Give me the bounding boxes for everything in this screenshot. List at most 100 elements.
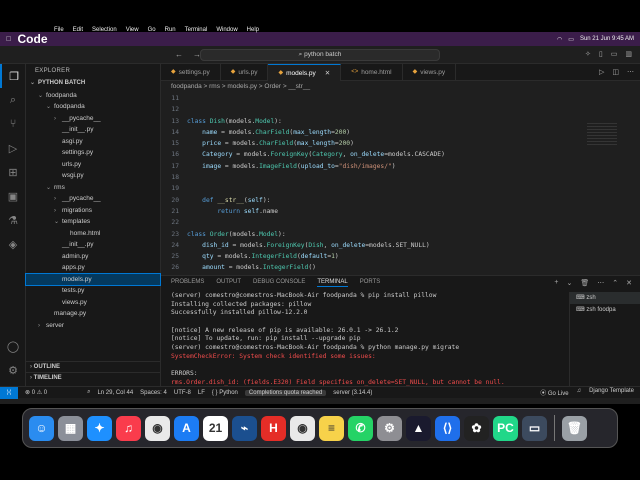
tab-home-html[interactable]: <> home.html <box>341 64 403 81</box>
folder-item[interactable]: ⌄ templates <box>26 216 160 228</box>
file-item[interactable]: settings.py <box>26 147 160 159</box>
cursor-position[interactable]: Ln 29, Col 44 <box>97 390 133 396</box>
trash-terminal-icon[interactable]: 🗑 <box>580 279 589 287</box>
h-app-icon[interactable]: H <box>261 415 286 441</box>
command-center-search[interactable]: ⌕ python batch <box>200 49 440 61</box>
folder-item[interactable]: › __pycache__ <box>26 193 160 205</box>
wifi-icon[interactable]: ◠ <box>557 36 562 43</box>
language-mode[interactable]: { } Python <box>212 390 238 396</box>
folder-item[interactable]: › server <box>26 320 160 332</box>
file-item[interactable]: views.py <box>26 297 160 309</box>
close-panel-icon[interactable]: ✕ <box>626 279 632 287</box>
copilot-icon[interactable]: ✧ <box>585 50 591 58</box>
finder-icon[interactable]: ☺ <box>29 415 54 441</box>
arc-icon[interactable]: ▲ <box>406 415 431 441</box>
chatgpt-icon[interactable]: ✿ <box>464 415 489 441</box>
search-view-icon[interactable]: ⌕ <box>0 88 26 112</box>
close-icon[interactable]: ✕ <box>325 65 330 82</box>
back-arrow-icon[interactable]: ← <box>175 50 183 59</box>
file-item[interactable]: apps.py <box>26 262 160 274</box>
file-item[interactable]: urls.py <box>26 159 160 171</box>
timeline-section[interactable]: › TIMELINE <box>26 372 161 383</box>
source-control-icon[interactable]: ⑂ <box>0 112 26 136</box>
panel-tab-output[interactable]: OUTPUT <box>216 279 241 287</box>
copilot-quota-badge[interactable]: Completions quota reached <box>244 389 327 396</box>
encoding[interactable]: UTF-8 <box>174 390 191 396</box>
chrome-icon[interactable]: ◉ <box>145 415 170 441</box>
chrome-icon-2[interactable]: ◉ <box>290 415 315 441</box>
pycharm-icon[interactable]: PC <box>493 415 518 441</box>
more-actions-icon[interactable]: ⋯ <box>597 279 604 287</box>
calendar-icon[interactable]: 21 <box>203 415 228 441</box>
extensions-icon[interactable]: ⊞ <box>0 160 26 184</box>
notifications-icon[interactable]: ♫ <box>577 388 582 397</box>
eol[interactable]: LF <box>198 390 205 396</box>
manage-gear-icon[interactable]: ⚙ <box>0 358 26 382</box>
panel-tab-debug-console[interactable]: DEBUG CONSOLE <box>253 279 305 287</box>
file-item[interactable]: __init__.py <box>26 239 160 251</box>
appstore-icon[interactable]: A <box>174 415 199 441</box>
run-debug-icon[interactable]: ▷ <box>0 136 26 160</box>
file-item[interactable]: wsgi.py <box>26 170 160 182</box>
folder-item[interactable]: › __pycache__ <box>26 113 160 125</box>
explorer-icon[interactable]: ❐ <box>0 64 26 88</box>
problems-status[interactable]: ⊗ 0 ⚠ 0 <box>25 389 47 396</box>
file-item[interactable]: home.html <box>26 228 160 240</box>
menubar-datetime[interactable]: Sun 21 Jun 9:45 AM <box>580 36 634 42</box>
chevron-down-icon[interactable]: ⌄ <box>566 279 572 287</box>
terminal-output[interactable]: (server) comestro@comestros-MacBook-Air … <box>171 292 566 386</box>
code-editor[interactable]: 11 12 13 class Dish(models.Model): 14 name =… <box>161 93 571 275</box>
battery-icon[interactable]: ▭ <box>568 36 574 43</box>
minimap[interactable] <box>571 93 633 275</box>
django-template-status[interactable]: Django Template <box>589 388 634 397</box>
tab-urls-py[interactable]: ◆ urls.py <box>221 64 269 81</box>
python-icon[interactable]: ◈ <box>0 232 26 256</box>
apple-menu-icon[interactable]:  <box>6 36 14 43</box>
panel-tab-problems[interactable]: PROBLEMS <box>171 279 204 287</box>
folder-item[interactable]: ⌄ foodpanda <box>26 90 160 102</box>
maximize-panel-icon[interactable]: ⌃ <box>612 279 618 287</box>
file-item[interactable]: __init__.py <box>26 124 160 136</box>
go-live-button[interactable]: ⦿ Go Live <box>540 388 568 397</box>
testing-icon[interactable]: ⚗ <box>0 208 26 232</box>
panel-tab-terminal[interactable]: TERMINAL <box>317 279 348 287</box>
packet-tracer-icon[interactable]: ⌁ <box>232 415 257 441</box>
file-item[interactable]: tests.py <box>26 285 160 297</box>
layout-customize-icon[interactable]: ▥ <box>625 50 632 58</box>
remote-explorer-icon[interactable]: ▣ <box>0 184 26 208</box>
music-icon[interactable]: ♫ <box>116 415 141 441</box>
tab-settings-py[interactable]: ◆ settings.py <box>161 64 221 81</box>
layout-panel-icon[interactable]: ▭ <box>611 50 618 58</box>
terminal-session-item[interactable]: ⌨ zsh foodpa <box>570 304 640 316</box>
folder-item[interactable]: ⌄ foodpanda <box>26 101 160 113</box>
account-icon[interactable]: ◯ <box>0 334 26 358</box>
screen-icon[interactable]: ▭ <box>522 415 547 441</box>
vscode-icon[interactable]: ⟨⟩ <box>435 415 460 441</box>
folder-item[interactable]: › migrations <box>26 205 160 217</box>
layout-sidebar-icon[interactable]: ▯ <box>599 50 603 58</box>
settings-icon[interactable]: ⚙ <box>377 415 402 441</box>
panel-tab-ports[interactable]: PORTS <box>360 279 381 287</box>
notes-icon[interactable]: ≡ <box>319 415 344 441</box>
tab-models-py[interactable]: ◆ models.py ✕ <box>268 64 342 82</box>
launchpad-icon[interactable]: ▦ <box>58 415 83 441</box>
safari-icon[interactable]: ✦ <box>87 415 112 441</box>
file-item[interactable]: admin.py <box>26 251 160 263</box>
new-terminal-icon[interactable]: + <box>554 279 558 287</box>
terminal-session-item[interactable]: ⌨ zsh <box>570 292 640 304</box>
file-item[interactable]: models.py <box>25 272 161 286</box>
outline-section[interactable]: › OUTLINE <box>26 361 161 372</box>
python-interpreter[interactable]: server (3.14.4) <box>333 390 372 396</box>
more-actions-icon[interactable]: ⋯ <box>627 68 634 76</box>
trash-icon[interactable]: 🗑 <box>562 415 587 441</box>
indentation[interactable]: Spaces: 4 <box>140 390 167 396</box>
run-python-icon[interactable]: ▷ <box>599 68 604 76</box>
breadcrumb[interactable]: foodpanda > rms > models.py > Order > __… <box>161 81 640 93</box>
tab-views-py[interactable]: ◆ views.py <box>403 64 457 81</box>
workspace-root[interactable]: ⌄ PYTHON BATCH <box>26 78 160 90</box>
zoom-icon[interactable]: ⌕ <box>87 389 90 396</box>
remote-indicator-icon[interactable]: ⟩⟨ <box>0 386 18 399</box>
whatsapp-icon[interactable]: ✆ <box>348 415 373 441</box>
folder-item[interactable]: ⌄ rms <box>26 182 160 194</box>
file-item[interactable]: manage.py <box>26 308 160 320</box>
